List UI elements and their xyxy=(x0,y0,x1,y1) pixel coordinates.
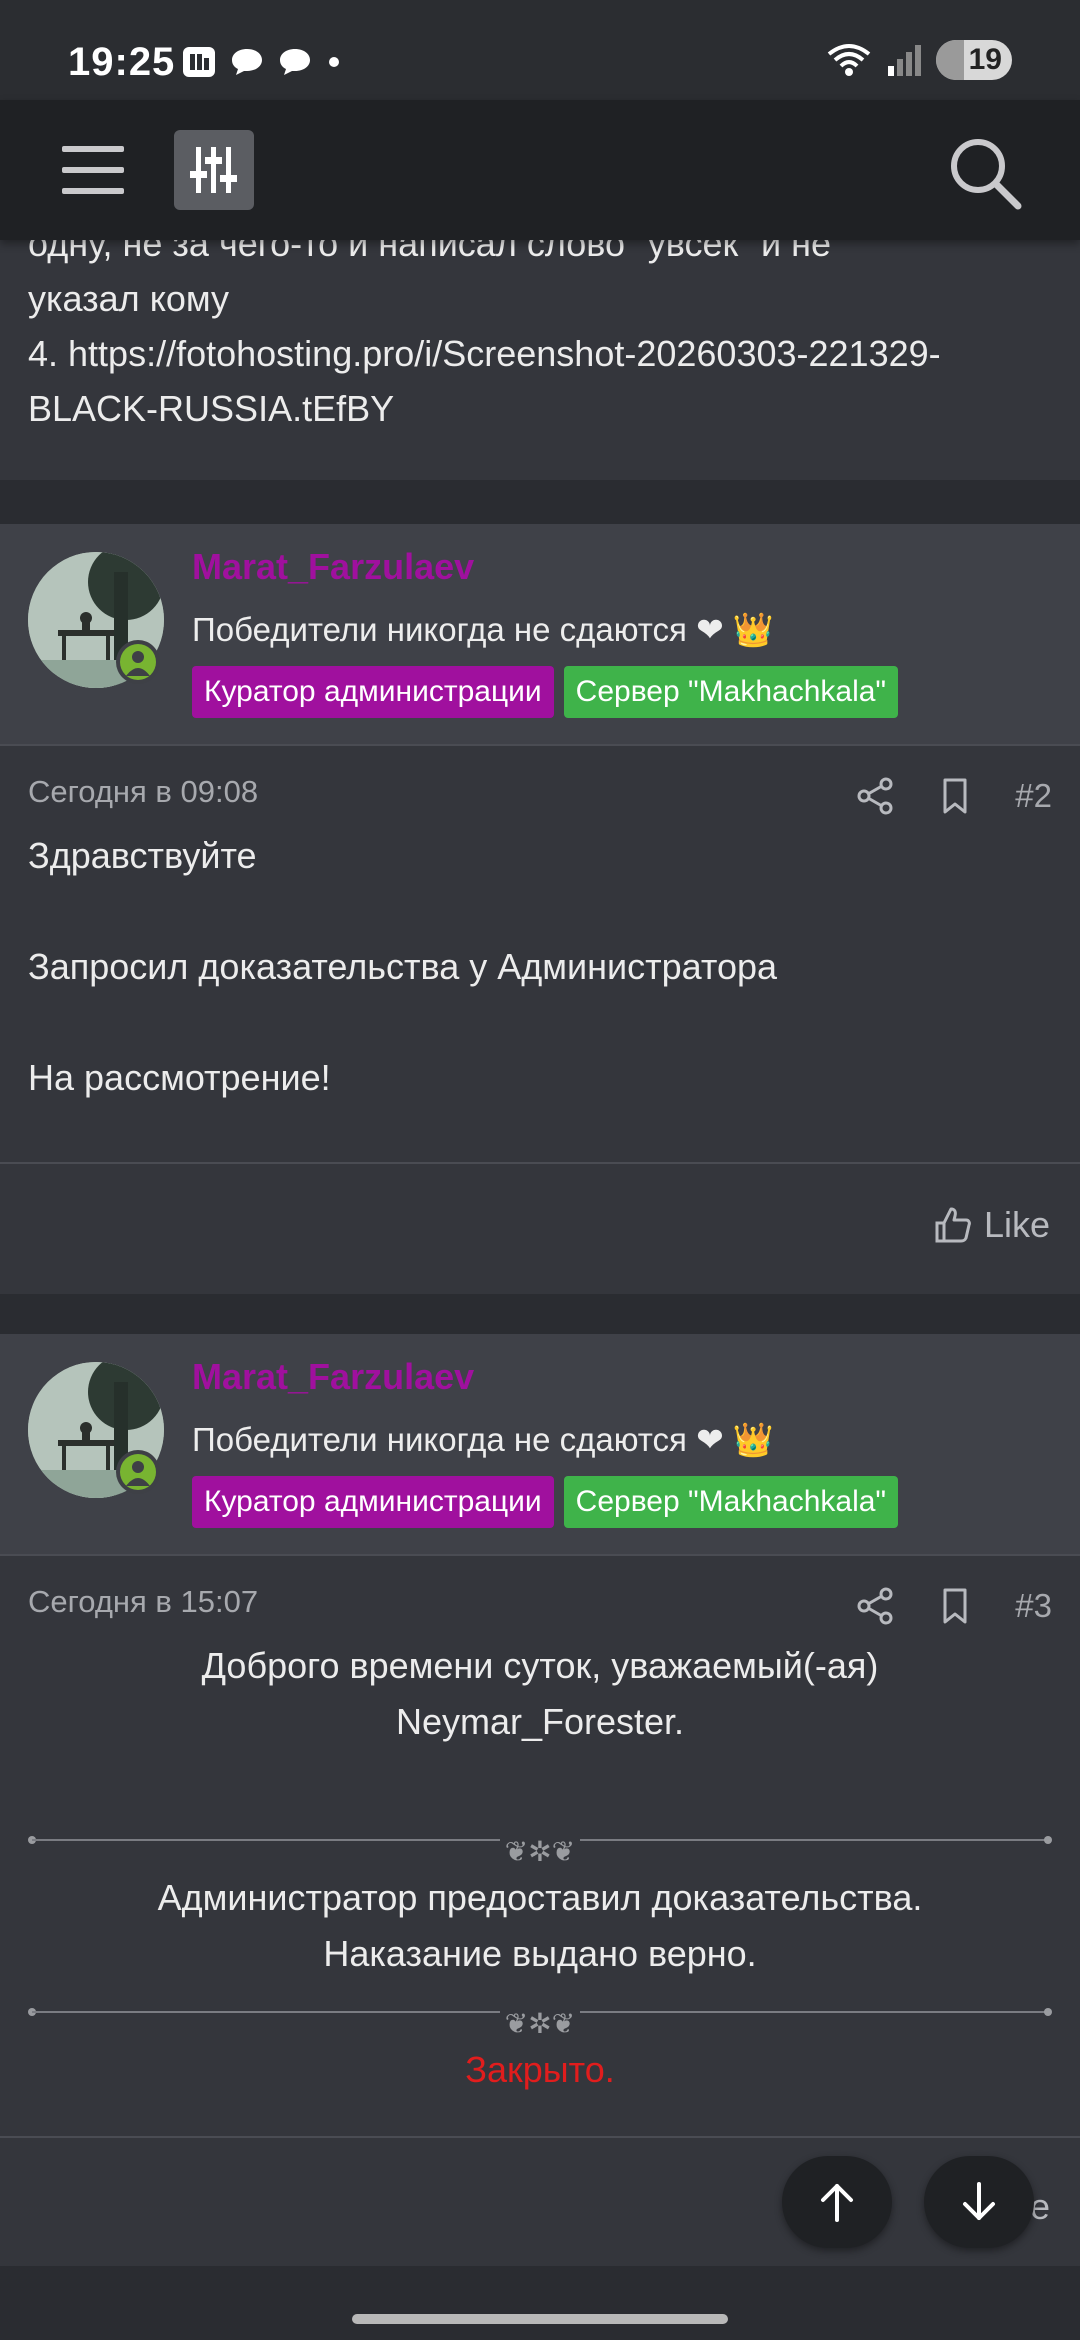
ornament-icon: ❦✲❦ xyxy=(504,2008,576,2039)
verdict-line: Наказание выдано верно. xyxy=(323,1933,757,1974)
link-line[interactable]: 4. https://fotohosting.pro/i/Screenshot-… xyxy=(28,326,1068,436)
status-time: 19:25 xyxy=(68,40,176,84)
post-2: Marat_Farzulaev Победители никогда не сд… xyxy=(0,524,1080,1294)
user-title: Победители никогда не сдаются ❤ 👑 xyxy=(192,611,774,648)
post-meta: Сегодня в 09:08 #2 xyxy=(0,746,1080,826)
search-icon[interactable] xyxy=(944,132,1024,212)
role-badge: Куратор администрации xyxy=(192,666,554,718)
like-button[interactable]: Like xyxy=(934,1204,1050,1246)
like-label: Like xyxy=(983,1204,1050,1245)
post-footer: e xyxy=(0,2136,1080,2266)
post-date[interactable]: Сегодня в 09:08 xyxy=(28,774,258,810)
bookmark-icon[interactable] xyxy=(935,776,975,816)
post-date[interactable]: Сегодня в 15:07 xyxy=(28,1584,258,1620)
battery-level: 19 xyxy=(968,43,1002,76)
greeting-line: Доброго времени суток, уважаемый(-ая) xyxy=(201,1645,879,1686)
post-text-line: Запросил доказательства у Администратора xyxy=(28,946,778,987)
battery-indicator: 19 xyxy=(936,40,1012,80)
dot-icon xyxy=(329,57,339,67)
post-body: Доброго времени суток, уважаемый(-ая) Ne… xyxy=(0,1636,1080,2098)
post-text-line: Здравствуйте xyxy=(28,835,257,876)
user-title: Победители никогда не сдаются ❤ 👑 xyxy=(192,1421,774,1458)
post-3: Marat_Farzulaev Победители никогда не сд… xyxy=(0,1334,1080,2266)
online-status-badge xyxy=(116,1450,160,1494)
chat-bubble-icon xyxy=(280,49,310,75)
online-status-badge xyxy=(116,640,160,684)
ornament-icon: ❦✲❦ xyxy=(504,1836,576,1867)
scroll-down-button[interactable] xyxy=(924,2156,1034,2248)
post-actions: #3 xyxy=(855,1586,1052,1626)
gesture-bar[interactable] xyxy=(352,2314,728,2324)
share-icon[interactable] xyxy=(855,1586,895,1626)
username[interactable]: Marat_Farzulaev xyxy=(192,546,474,588)
scroll-up-button[interactable] xyxy=(782,2156,892,2248)
menu-icon[interactable] xyxy=(62,142,124,198)
share-icon[interactable] xyxy=(855,776,895,816)
role-badge: Куратор администрации xyxy=(192,1476,554,1528)
previous-post-fragment: одну, не за чего-то и написал слово "увс… xyxy=(0,240,1080,480)
post-text-line: На рассмотрение! xyxy=(28,1057,331,1098)
post-meta: Сегодня в 15:07 #3 xyxy=(0,1556,1080,1636)
bookmark-icon[interactable] xyxy=(935,1586,975,1626)
wifi-icon xyxy=(827,44,871,76)
signal-icon xyxy=(888,45,921,76)
post-body: Здравствуйте Запросил доказательства у А… xyxy=(0,826,1080,1106)
calendar-app-icon xyxy=(183,47,215,77)
previous-post-text: одну, не за чего-то и написал слово "увс… xyxy=(28,240,1068,436)
post-footer: Like xyxy=(0,1162,1080,1292)
post-number[interactable]: #3 xyxy=(1015,1587,1052,1625)
user-icon xyxy=(126,651,150,676)
user-badges: Куратор администрации Сервер "Makhachkal… xyxy=(192,1476,899,1528)
post-actions: #2 xyxy=(855,776,1052,816)
filter-button[interactable] xyxy=(174,130,254,210)
post-author-header: Marat_Farzulaev Победители никогда не сд… xyxy=(0,1334,1080,1556)
post-author-header: Marat_Farzulaev Победители никогда не сд… xyxy=(0,524,1080,746)
status-bar: 19:25 19 xyxy=(0,0,1080,100)
text-line: указал кому xyxy=(28,278,230,319)
ornament-divider: ❦✲❦ xyxy=(28,1994,1052,2039)
arrow-down-icon xyxy=(963,2182,995,2220)
user-badges: Куратор администрации Сервер "Makhachkal… xyxy=(192,666,899,718)
server-badge: Сервер "Makhachkala" xyxy=(563,666,899,718)
thumbs-up-icon xyxy=(935,1207,971,1243)
cut-line: одну, не за чего-то и написал слово "увс… xyxy=(28,240,832,264)
post-number[interactable]: #2 xyxy=(1015,777,1052,815)
notification-icons xyxy=(182,44,342,78)
user-icon xyxy=(126,1461,150,1486)
chat-bubble-icon xyxy=(232,49,262,75)
app-header xyxy=(0,100,1080,240)
server-badge: Сервер "Makhachkala" xyxy=(563,1476,899,1528)
ornament-divider: ❦✲❦ xyxy=(28,1822,1052,1867)
username[interactable]: Marat_Farzulaev xyxy=(192,1356,474,1398)
arrow-up-icon xyxy=(821,2184,853,2222)
recipient-name: Neymar_Forester. xyxy=(395,1701,685,1742)
system-icons: 19 xyxy=(826,40,1012,80)
filter-sliders-icon xyxy=(190,147,237,193)
